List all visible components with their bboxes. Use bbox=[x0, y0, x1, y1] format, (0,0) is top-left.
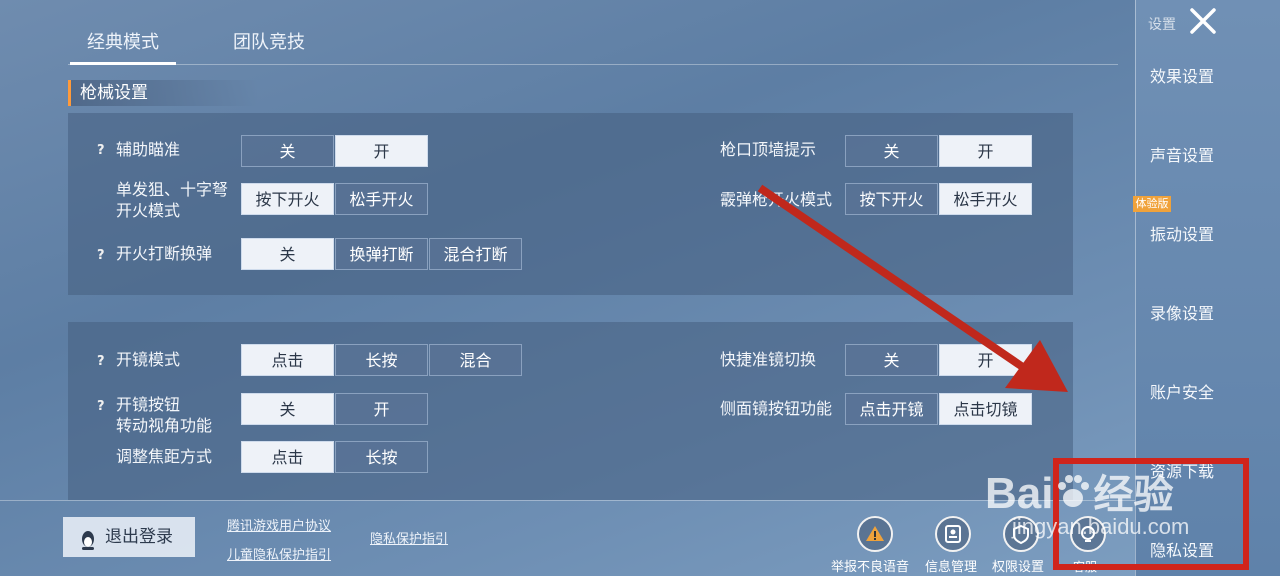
paw-icon bbox=[1053, 472, 1093, 512]
watermark-text: 经验 bbox=[1093, 473, 1174, 517]
baidu-watermark: Baidu经验 bbox=[985, 462, 1173, 520]
watermark-brand: Bai bbox=[985, 469, 1054, 518]
watermark-url: jingyan.baidu.com bbox=[1012, 514, 1190, 539]
